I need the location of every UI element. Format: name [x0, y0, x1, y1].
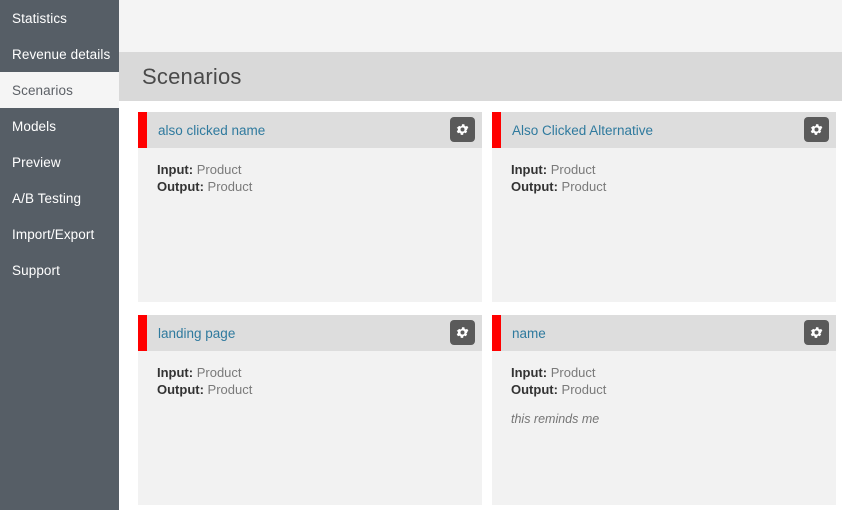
page-header: Scenarios — [119, 52, 842, 101]
scenario-card-body: Input: Product Output: Product — [492, 148, 836, 302]
output-label: Output: — [157, 179, 204, 194]
sidebar-item-label: A/B Testing — [12, 190, 82, 206]
sidebar-item-preview[interactable]: Preview — [0, 144, 119, 180]
scenario-card-header: name — [492, 315, 836, 351]
input-value: Product — [196, 365, 242, 380]
scenario-card-body: Input: Product Output: Product — [138, 351, 482, 505]
gear-icon[interactable] — [450, 320, 475, 345]
output-value: Product — [561, 382, 607, 397]
scenario-card-header: Also Clicked Alternative — [492, 112, 836, 148]
status-accent-bar — [492, 112, 501, 148]
scenario-title-link[interactable]: landing page — [158, 326, 235, 341]
scenario-output-row: Output: Product — [157, 178, 482, 195]
gear-icon[interactable] — [804, 320, 829, 345]
scenario-card[interactable]: name Input: Product Output: Product this… — [492, 315, 836, 505]
sidebar-item-ab-testing[interactable]: A/B Testing — [0, 180, 119, 216]
input-label: Input: — [157, 162, 194, 177]
scenario-card-header: also clicked name — [138, 112, 482, 148]
output-value: Product — [207, 179, 253, 194]
input-value: Product — [196, 162, 242, 177]
sidebar-item-import-export[interactable]: Import/Export — [0, 216, 119, 252]
status-accent-bar — [138, 112, 147, 148]
sidebar-item-support[interactable]: Support — [0, 252, 119, 288]
output-label: Output: — [157, 382, 204, 397]
sidebar-item-label: Models — [12, 118, 57, 134]
scenario-card-grid: also clicked name Input: Product Output:… — [138, 112, 836, 505]
input-label: Input: — [511, 365, 548, 380]
scenario-input-row: Input: Product — [157, 364, 482, 381]
scenario-note: this reminds me — [511, 412, 600, 426]
output-value: Product — [561, 179, 607, 194]
sidebar-item-revenue-details[interactable]: Revenue details — [0, 36, 119, 72]
sidebar-item-label: Import/Export — [12, 226, 95, 242]
page-title: Scenarios — [142, 63, 242, 89]
sidebar-item-models[interactable]: Models — [0, 108, 119, 144]
sidebar-item-label: Revenue details — [12, 46, 111, 62]
sidebar-item-statistics[interactable]: Statistics — [0, 0, 119, 36]
scenario-output-row: Output: Product — [511, 178, 836, 195]
sidebar-item-label: Scenarios — [12, 82, 73, 98]
scenario-card-header: landing page — [138, 315, 482, 351]
input-label: Input: — [511, 162, 548, 177]
scenario-input-row: Input: Product — [511, 161, 836, 178]
scenario-card-body: Input: Product Output: Product — [138, 148, 482, 302]
scenario-output-row: Output: Product — [511, 381, 836, 398]
output-label: Output: — [511, 382, 558, 397]
scenario-output-row: Output: Product — [157, 381, 482, 398]
output-label: Output: — [511, 179, 558, 194]
status-accent-bar — [492, 315, 501, 351]
scenario-card[interactable]: also clicked name Input: Product Output:… — [138, 112, 482, 302]
sidebar-item-label: Statistics — [12, 10, 68, 26]
gear-icon[interactable] — [450, 117, 475, 142]
main-content: Scenarios also clicked name Input: Produ… — [119, 0, 842, 510]
sidebar-item-label: Preview — [12, 154, 61, 170]
output-value: Product — [207, 382, 253, 397]
sidebar-item-scenarios[interactable]: Scenarios — [0, 72, 119, 108]
input-value: Product — [550, 365, 596, 380]
scenario-input-row: Input: Product — [511, 364, 836, 381]
sidebar-item-label: Support — [12, 262, 60, 278]
sidebar: Statistics Revenue details Scenarios Mod… — [0, 0, 119, 510]
gear-icon[interactable] — [804, 117, 829, 142]
scenario-title-link[interactable]: also clicked name — [158, 123, 265, 138]
scenario-title-link[interactable]: name — [512, 326, 546, 341]
scenario-title-link[interactable]: Also Clicked Alternative — [512, 123, 653, 138]
scenario-input-row: Input: Product — [157, 161, 482, 178]
scenario-card[interactable]: landing page Input: Product Output: Prod… — [138, 315, 482, 505]
scenario-card-body: Input: Product Output: Product this remi… — [492, 351, 836, 505]
input-label: Input: — [157, 365, 194, 380]
app-root: Statistics Revenue details Scenarios Mod… — [0, 0, 842, 510]
status-accent-bar — [138, 315, 147, 351]
scenario-card[interactable]: Also Clicked Alternative Input: Product — [492, 112, 836, 302]
input-value: Product — [550, 162, 596, 177]
scenarios-list: also clicked name Input: Product Output:… — [119, 101, 842, 510]
